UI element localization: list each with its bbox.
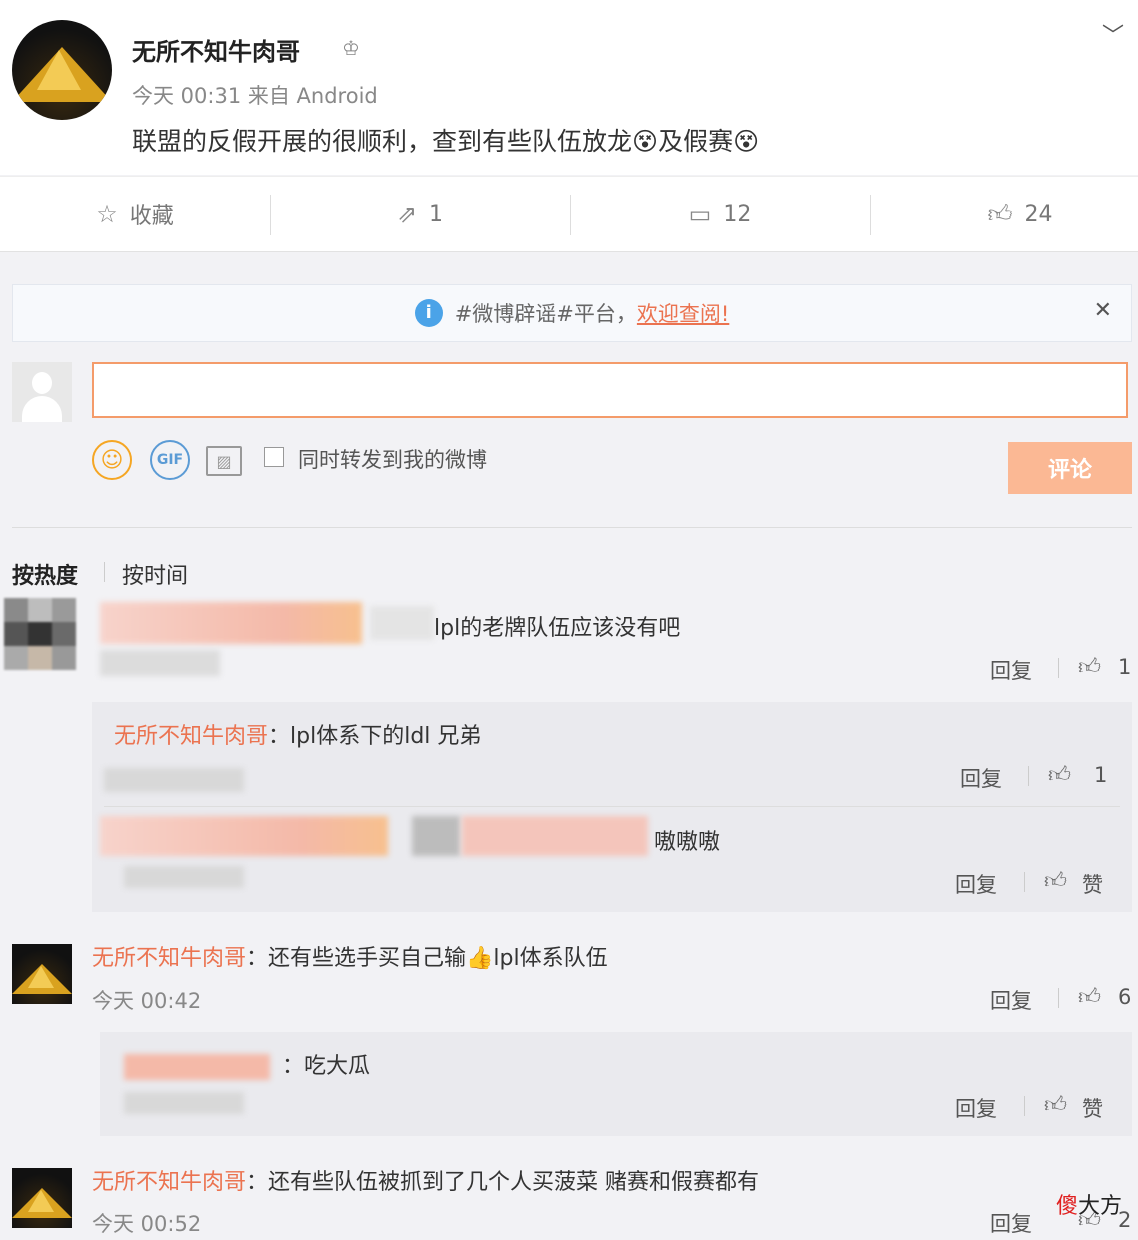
post-meta: 今天 00:31 来自 Android — [132, 84, 378, 108]
blurred-timestamp — [104, 768, 244, 792]
rumor-notice: i #微博辟谣#平台， 欢迎查阅! — [12, 284, 1132, 342]
like-button[interactable]: 赞 — [1082, 1093, 1103, 1123]
star-icon: ☆ — [96, 200, 118, 228]
like-button[interactable]: 👍︎ 24 — [885, 177, 1138, 251]
thumbs-up-icon[interactable]: 👍︎ — [1078, 983, 1101, 1010]
avatar[interactable] — [12, 1168, 72, 1228]
weibo-post: 无所不知牛肉哥 ♔ 今天 00:31 来自 Android 联盟的反假开展的很顺… — [0, 0, 1138, 175]
divider — [104, 562, 105, 582]
avatar[interactable] — [4, 598, 76, 670]
avatar[interactable] — [12, 944, 72, 1004]
blurred-username — [100, 816, 388, 856]
reply-button[interactable]: 回复 — [955, 1093, 997, 1123]
info-icon: i — [414, 299, 443, 327]
gif-icon[interactable]: GIF — [150, 440, 190, 480]
like-count: 1 — [1118, 655, 1132, 679]
reply-button[interactable]: 回复 — [990, 985, 1032, 1015]
blurred-username — [124, 1054, 270, 1080]
comment-input[interactable] — [92, 362, 1128, 418]
divider — [1024, 1096, 1025, 1116]
crown-icon: ♔ — [342, 36, 360, 60]
watermark: 傻大方 — [1055, 1194, 1122, 1219]
submit-comment-button[interactable]: 评论 — [1008, 442, 1132, 494]
blurred-timestamp — [124, 1092, 244, 1114]
chevron-down-icon[interactable]: ﹀ — [1102, 18, 1124, 50]
close-icon[interactable]: ✕ — [1094, 298, 1112, 323]
thumbs-up-icon[interactable]: 👍︎ — [1048, 761, 1071, 788]
reply-button[interactable]: 回复 — [960, 763, 1002, 793]
notice-link[interactable]: 欢迎查阅! — [637, 298, 729, 328]
avatar — [12, 362, 72, 422]
image-icon[interactable]: ▨ — [206, 446, 242, 476]
favorite-button[interactable]: ☆ 收藏 — [0, 177, 270, 251]
share-icon: ⇗ — [396, 200, 418, 228]
comment-text: 无所不知牛肉哥：还有些队伍被抓到了几个人买菠菜 赌赛和假赛都有 — [92, 1170, 760, 1195]
action-bar: ☆ 收藏 ⇗ 1 ▭ 12 👍︎ 24 — [0, 176, 1138, 252]
comment-author[interactable]: 无所不知牛肉哥 — [92, 1170, 246, 1195]
like-button[interactable]: 赞 — [1082, 869, 1103, 899]
divider — [12, 527, 1132, 528]
divider — [104, 806, 1120, 807]
blurred-timestamp — [100, 650, 220, 676]
thumbs-up-icon: 👍︎ — [987, 199, 1013, 228]
blurred-username — [100, 602, 362, 644]
sort-by-time[interactable]: 按时间 — [122, 558, 188, 590]
comment-time: 今天 00:42 — [92, 989, 202, 1013]
reply-text: ：吃大瓜 — [282, 1054, 371, 1079]
thumbs-up-icon[interactable]: 👍︎ — [1044, 1091, 1067, 1118]
divider — [570, 195, 571, 235]
blurred-username — [370, 606, 434, 640]
like-count: 6 — [1118, 985, 1132, 1009]
sort-by-hot[interactable]: 按热度 — [12, 558, 78, 590]
reply-text: 无所不知牛肉哥：lpl体系下的ldl 兄弟 — [114, 724, 482, 749]
comment-text: lpl的老牌队伍应该没有吧 — [434, 616, 681, 641]
divider — [870, 195, 871, 235]
repost-button[interactable]: ⇗ 1 — [285, 177, 555, 251]
repost-checkbox-label: 同时转发到我的微博 — [298, 448, 487, 472]
reply-button[interactable]: 回复 — [990, 1208, 1032, 1238]
comment-text: 无所不知牛肉哥：还有些选手买自己输👍lpl体系队伍 — [92, 946, 608, 971]
emoji-icon[interactable]: ☺ — [92, 440, 132, 480]
comment-time: 今天 00:52 — [92, 1212, 202, 1236]
reply-text: 嗷嗷嗷 — [654, 830, 721, 855]
post-text: 联盟的反假开展的很顺利，查到有些队伍放龙😵及假赛😵 — [132, 127, 760, 156]
blurred-username — [412, 816, 460, 856]
like-count: 1 — [1094, 763, 1108, 787]
author-avatar[interactable] — [12, 20, 112, 120]
thumbs-up-icon[interactable]: 👍︎ — [1044, 867, 1067, 894]
thumbs-up-icon[interactable]: 👍︎ — [1078, 653, 1101, 680]
divider — [1058, 988, 1059, 1008]
comment-author[interactable]: 无所不知牛肉哥 — [92, 946, 246, 971]
divider — [270, 195, 271, 235]
repost-checkbox[interactable] — [264, 447, 284, 467]
reply-author[interactable]: 无所不知牛肉哥 — [114, 724, 268, 749]
blurred-timestamp — [124, 866, 244, 888]
divider — [1028, 766, 1029, 786]
comment-button[interactable]: ▭ 12 — [585, 177, 855, 251]
comment-icon: ▭ — [688, 200, 712, 228]
author-name[interactable]: 无所不知牛肉哥 — [132, 32, 300, 67]
reply-button[interactable]: 回复 — [955, 869, 997, 899]
divider — [1058, 658, 1059, 678]
divider — [1024, 872, 1025, 892]
blurred-username — [462, 816, 648, 856]
reply-button[interactable]: 回复 — [990, 655, 1032, 685]
